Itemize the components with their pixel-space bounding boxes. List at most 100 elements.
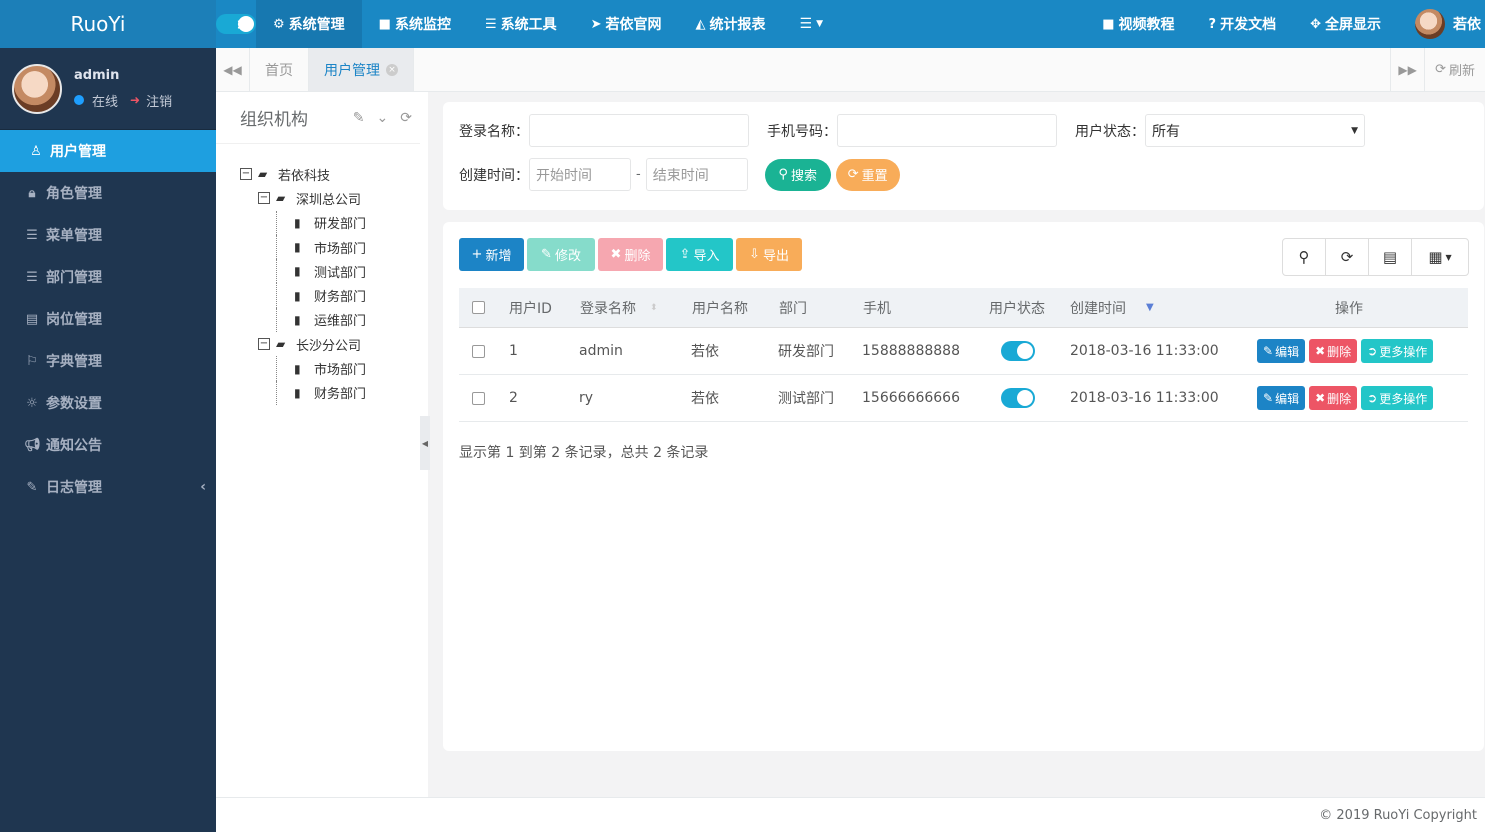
phone-input[interactable]	[837, 114, 1057, 147]
refresh-icon[interactable]: ⟳	[400, 110, 412, 126]
sidebar-item-menus[interactable]: ☰ 菜单管理	[0, 214, 216, 256]
tree-node[interactable]: ▮ 财务部门	[240, 283, 428, 308]
import-button[interactable]: ⇪ 导入	[666, 238, 733, 271]
file-icon: ▮	[294, 361, 301, 376]
chevron-down-icon[interactable]: ⌄	[377, 110, 389, 126]
sidebar-item-dict[interactable]: ⚐ 字典管理	[0, 340, 216, 382]
edit-button[interactable]: ✎ 修改	[527, 238, 595, 271]
folder-open-icon: ▰	[258, 167, 268, 182]
nav-user-menu[interactable]: 若依	[1398, 0, 1485, 48]
refresh-table-button[interactable]: ⟳	[1326, 239, 1369, 275]
row-select-cell	[472, 375, 485, 421]
table-row[interactable]: 2 ry 若依 测试部门 15666666666 2018-03-16 11:3…	[459, 375, 1468, 422]
row-edit-button[interactable]: ✎ 编辑	[1257, 386, 1306, 410]
nav-official-site[interactable]: ➤ 若依官网	[574, 0, 679, 48]
nav-system-admin[interactable]: ⚙ 系统管理	[256, 0, 362, 48]
tree-node[interactable]: ▮ 市场部门	[240, 356, 428, 381]
status-select[interactable]: 所有 ▼	[1145, 114, 1365, 147]
delete-button[interactable]: ✖ 删除	[598, 238, 663, 271]
sidebar-toggle-button[interactable]: ≡	[216, 14, 256, 35]
tree-node[interactable]: − ▰ 若依科技	[240, 162, 428, 186]
header-created[interactable]: 创建时间 ▼	[1070, 288, 1154, 327]
header-user-name[interactable]: 用户名称	[692, 288, 748, 327]
nav-dev-docs[interactable]: ? 开发文档	[1192, 0, 1294, 48]
tree-node[interactable]: − ▰ 深圳总公司	[240, 186, 428, 210]
range-dash: -	[636, 167, 641, 182]
tree-node[interactable]: ▮ 运维部门	[240, 307, 428, 333]
row-more-button[interactable]: ➲ 更多操作	[1361, 386, 1434, 410]
status-toggle[interactable]	[1001, 341, 1035, 361]
top-navbar: ≡ ⚙ 系统管理 ■ 系统监控 ☰ 系统工具 ➤ 若依官网 ◭ 统计报表 ☰ ▼ ■ 视频教程…	[216, 0, 1485, 48]
row-checkbox[interactable]	[472, 344, 485, 358]
tab-refresh-button[interactable]: ⟳ 刷新	[1424, 48, 1485, 91]
tabs-scroll-left-button[interactable]: ◀◀	[216, 48, 250, 91]
nav-more-dropdown[interactable]: ☰ ▼	[783, 0, 840, 48]
row-edit-button[interactable]: ✎ 编辑	[1257, 339, 1306, 363]
org-tree: − ▰ 若依科技 − ▰ 深圳总公司 ▮ 研发部门 ▮ 市场部门 ▮ 测试部门 ▮ 财务部门 ▮…	[216, 144, 428, 405]
end-time-input[interactable]: 结束时间	[645, 158, 748, 191]
sidebar-item-depts[interactable]: ☰ 部门管理	[0, 256, 216, 298]
login-name-input[interactable]	[529, 114, 749, 147]
tabs-scroll-right-button[interactable]: ▶▶	[1390, 48, 1424, 91]
nav-fullscreen[interactable]: ✥ 全屏显示	[1293, 0, 1398, 48]
upload-icon: ⇪	[679, 247, 691, 262]
sidebar-item-notice[interactable]: 📢︎ 通知公告	[0, 424, 216, 466]
sidebar-menu: ♙ 用户管理 🔒︎ 角色管理 ☰ 菜单管理 ☰ 部门管理 ▤ 岗位管理 ⚐ 字典管理 ☼ 参数…	[0, 130, 216, 508]
row-delete-button[interactable]: ✖ 删除	[1309, 339, 1358, 363]
sidebar-item-users[interactable]: ♙ 用户管理	[0, 130, 216, 172]
add-button[interactable]: + 新增	[459, 238, 524, 271]
row-delete-button[interactable]: ✖ 删除	[1309, 386, 1358, 410]
collapse-icon[interactable]: −	[258, 192, 270, 205]
tab-user-management[interactable]: 用户管理 ×	[309, 48, 414, 91]
nav-system-monitor[interactable]: ■ 系统监控	[362, 0, 468, 48]
app-logo[interactable]: RuoYi	[0, 0, 216, 48]
add-button-label: 新增	[485, 249, 512, 264]
nav-video-tutorial[interactable]: ■ 视频教程	[1085, 0, 1191, 48]
tree-node[interactable]: ▮ 研发部门	[240, 210, 428, 235]
search-button[interactable]: ⚲ 搜索	[764, 158, 831, 191]
video-icon: ■	[378, 16, 391, 32]
bars-icon: ☰	[799, 16, 813, 32]
toggle-search-button[interactable]: ⚲	[1283, 239, 1326, 275]
sidebar-item-posts[interactable]: ▤ 岗位管理	[0, 298, 216, 340]
sign-out-icon[interactable]: ➜	[130, 93, 140, 107]
tree-node[interactable]: ▮ 财务部门	[240, 380, 428, 405]
tree-node[interactable]: ▮ 市场部门	[240, 234, 428, 260]
header-user-id[interactable]: 用户ID	[509, 288, 552, 327]
header-phone[interactable]: 手机	[863, 288, 891, 327]
tab-home[interactable]: 首页	[250, 48, 309, 91]
table-row[interactable]: 1 admin 若依 研发部门 15888888888 2018-03-16 1…	[459, 328, 1468, 375]
cell-created: 2018-03-16 11:33:00	[1070, 343, 1219, 359]
header-status[interactable]: 用户状态	[989, 288, 1045, 327]
export-button[interactable]: ⇩ 导出	[736, 238, 802, 271]
header-login-name[interactable]: 登录名称 ⬍	[580, 288, 658, 327]
sidebar-item-config[interactable]: ☼ 参数设置	[0, 382, 216, 424]
sidebar-item-logs[interactable]: ✎ 日志管理 ‹	[0, 466, 216, 508]
online-status: 在线	[92, 94, 119, 110]
row-more-button[interactable]: ➲ 更多操作	[1361, 339, 1434, 363]
reset-button[interactable]: ⟳ 重置	[835, 158, 900, 191]
caret-down-icon: ▼	[1351, 125, 1358, 136]
tree-node[interactable]: − ▰ 长沙分公司	[240, 332, 428, 356]
start-time-input[interactable]: 开始时间	[529, 158, 631, 191]
header-dept[interactable]: 部门	[779, 288, 807, 327]
avatar[interactable]	[12, 63, 62, 114]
file-icon: ▮	[294, 264, 301, 279]
columns-button[interactable]: ▦ ▼	[1412, 239, 1468, 275]
panel-collapse-handle[interactable]: ◀	[420, 416, 430, 470]
tree-node[interactable]: ▮ 测试部门	[240, 259, 428, 284]
close-icon[interactable]: ×	[386, 63, 398, 76]
nav-right: ■ 视频教程 ? 开发文档 ✥ 全屏显示 若依	[1085, 0, 1485, 48]
nav-system-tools[interactable]: ☰ 系统工具	[468, 0, 574, 48]
toggle-view-button[interactable]: ▤	[1369, 239, 1412, 275]
collapse-icon[interactable]: −	[258, 338, 270, 351]
logout-link[interactable]: 注销	[146, 91, 172, 110]
collapse-icon[interactable]: −	[240, 168, 252, 181]
edit-icon[interactable]: ✎	[353, 110, 365, 126]
select-all-checkbox[interactable]	[472, 301, 485, 314]
row-checkbox[interactable]	[472, 391, 485, 405]
avatar	[1415, 9, 1445, 39]
sidebar-item-roles[interactable]: 🔒︎ 角色管理	[0, 172, 216, 214]
status-toggle[interactable]	[1001, 388, 1035, 408]
nav-reports[interactable]: ◭ 统计报表	[679, 0, 783, 48]
